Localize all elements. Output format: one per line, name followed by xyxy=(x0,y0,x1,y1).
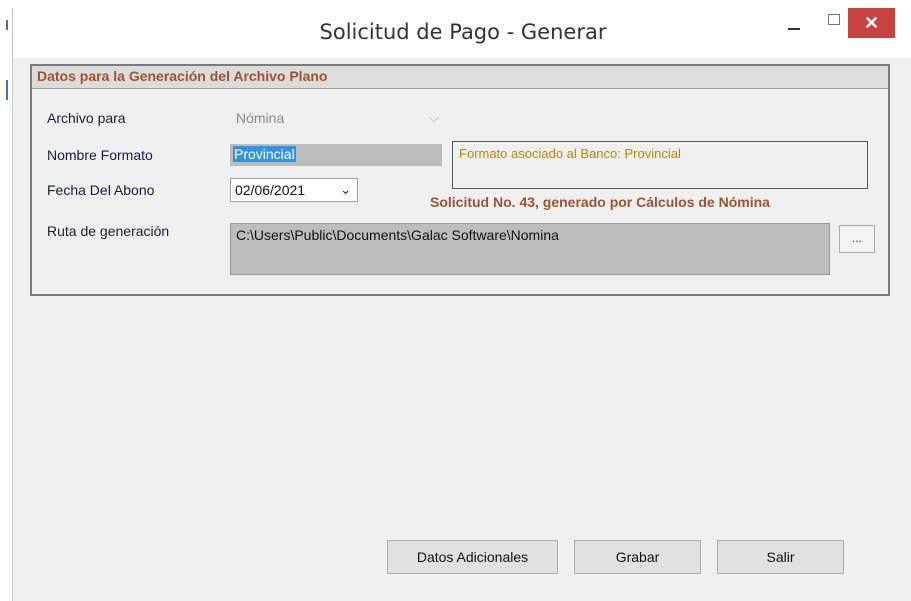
fecha-abono-value: 02/06/2021 xyxy=(235,182,306,198)
maximize-button[interactable] xyxy=(820,8,848,42)
ruta-field[interactable]: C:\Users\Public\Documents\Galac Software… xyxy=(230,223,830,275)
fecha-abono-label: Fecha Del Abono xyxy=(47,182,155,198)
nombre-formato-label: Nombre Formato xyxy=(47,147,153,163)
chevron-down-icon: ⌵ xyxy=(429,110,439,125)
title-bar[interactable]: Solicitud de Pago - Generar ✕ xyxy=(13,8,911,58)
groupbox-header: Datos para la Generación del Archivo Pla… xyxy=(32,66,888,89)
window-title: Solicitud de Pago - Generar xyxy=(319,20,607,44)
maximize-icon xyxy=(828,13,840,25)
formato-info-box: Formato asociado al Banco: Provincial xyxy=(452,141,868,189)
archivo-para-value: Nómina xyxy=(236,110,285,126)
salir-button[interactable]: Salir xyxy=(717,540,844,574)
background-edge-mark xyxy=(6,20,8,30)
background-edge-mark xyxy=(6,80,8,100)
generation-groupbox: Datos para la Generación del Archivo Pla… xyxy=(30,64,890,296)
archivo-para-label: Archivo para xyxy=(47,110,126,126)
dialog-window: Solicitud de Pago - Generar ✕ Datos para… xyxy=(12,8,911,601)
close-icon: ✕ xyxy=(863,12,880,33)
solicitud-status-text: Solicitud No. 43, generado por Cálculos … xyxy=(430,194,770,210)
browse-button[interactable]: ... xyxy=(839,225,875,253)
nombre-formato-value: Provincial xyxy=(233,146,296,162)
datos-adicionales-button[interactable]: Datos Adicionales xyxy=(387,540,558,574)
minimize-icon xyxy=(788,28,800,30)
formato-info-text: Formato asociado al Banco: Provincial xyxy=(459,146,681,161)
archivo-para-combo: Nómina ⌵ xyxy=(232,107,445,130)
close-button[interactable]: ✕ xyxy=(848,8,895,38)
grabar-button[interactable]: Grabar xyxy=(574,540,701,574)
nombre-formato-field[interactable]: Provincial xyxy=(230,144,442,166)
minimize-button[interactable] xyxy=(772,8,816,42)
ruta-value: C:\Users\Public\Documents\Galac Software… xyxy=(236,227,559,243)
fecha-abono-picker[interactable]: 02/06/2021 ⌄ xyxy=(230,178,358,202)
ruta-label: Ruta de generación xyxy=(47,223,170,239)
chevron-down-icon: ⌄ xyxy=(340,182,351,197)
